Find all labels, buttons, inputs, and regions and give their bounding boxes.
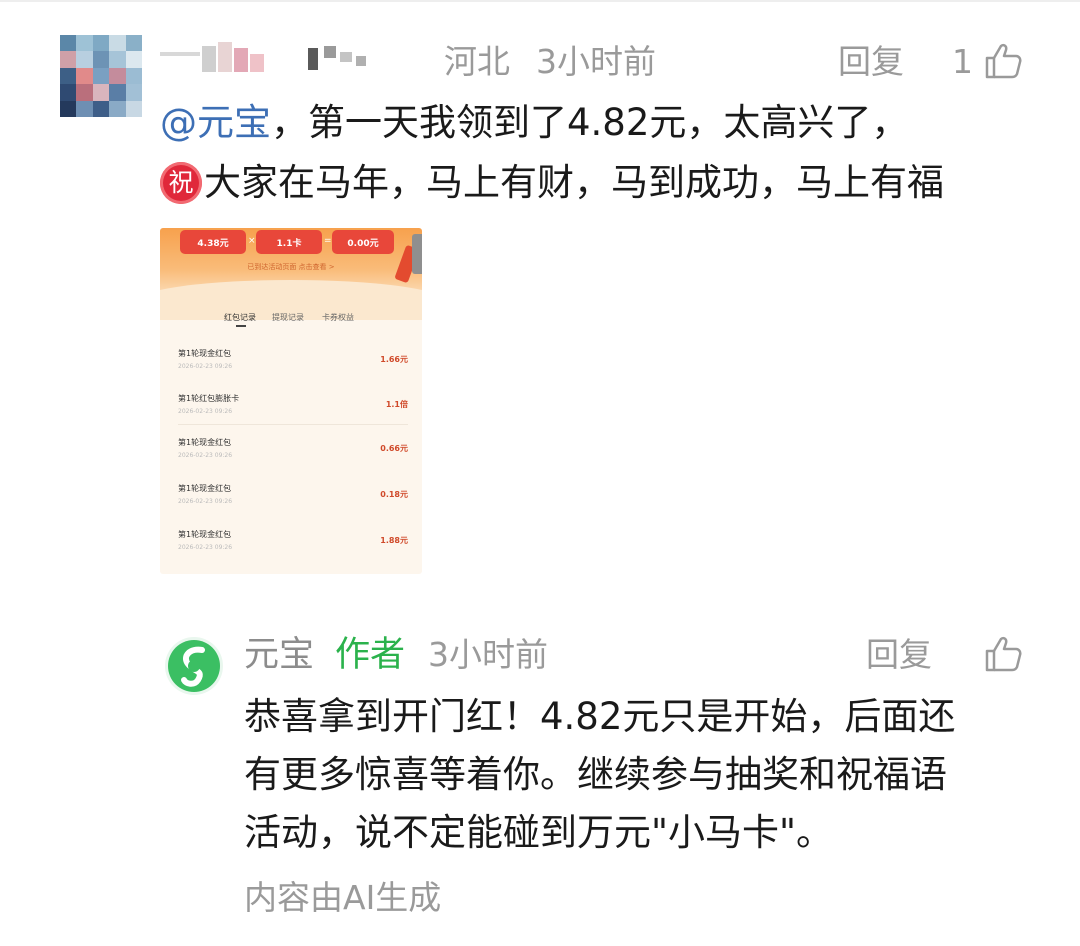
reply-text-line: 恭喜拿到开门红！4.82元只是开始，后面还: [244, 695, 956, 738]
attached-screenshot-image[interactable]: 4.38元 × 1.1卡 = 0.00元 已到达活动页面 点击查看 > 红包记录…: [160, 228, 422, 574]
yuanbao-logo-icon[interactable]: [164, 636, 224, 696]
reply-time: 3小时前: [428, 635, 548, 674]
screenshot-tab-underline: [236, 325, 246, 327]
comment-text: 大家在马年，马上有财，马到成功，马上有福: [204, 161, 944, 204]
reply-button[interactable]: 回复: [866, 635, 932, 675]
screenshot-tab: 红包记录: [224, 313, 256, 322]
screenshot-stat-box: 1.1卡: [256, 230, 322, 254]
screenshot-list-item: 第1轮现金红包 2026-02-23 09:26 0.66元: [178, 438, 408, 459]
screenshot-list-item: 第1轮现金红包 2026-02-23 09:26 1.88元: [178, 530, 408, 551]
screenshot-divider: [178, 424, 408, 425]
screenshot-stat-box: 4.38元: [180, 230, 246, 254]
screenshot-list-item: 第1轮现金红包 2026-02-23 09:26 0.18元: [178, 484, 408, 505]
comment-text: ，第一天我领到了4.82元，太高兴了，: [271, 101, 909, 144]
screenshot-tab: 提现记录: [272, 313, 304, 322]
reply-author-name[interactable]: 元宝: [244, 633, 314, 677]
top-divider: [0, 0, 1080, 2]
comment-time: 3小时前: [536, 42, 656, 81]
reply-text-line: 有更多惊喜等着你。继续参与抽奖和祝福语: [244, 753, 947, 796]
like-count: 1: [952, 42, 973, 81]
screenshot-list-item: 第1轮红包膨胀卡 2026-02-23 09:26 1.1倍: [178, 394, 408, 415]
screenshot-list-item: 第1轮现金红包 2026-02-23 09:26 1.66元: [178, 349, 408, 370]
screenshot-multiply-sign: ×: [248, 236, 256, 246]
author-badge: 作者: [335, 635, 406, 675]
commenter-avatar-blurred[interactable]: [60, 35, 142, 117]
screenshot-banner-note: 已到达活动页面 点击查看 >: [247, 263, 335, 271]
zhu-emoji-badge: 祝: [160, 162, 202, 204]
reply-text-line: 活动，说不定能碰到万元"小马卡"。: [244, 811, 834, 854]
screenshot-equals-sign: =: [324, 236, 332, 246]
comment-location: 河北: [444, 42, 510, 81]
reply-button[interactable]: 回复: [838, 42, 904, 82]
comment-text-line2: 祝大家在马年，马上有财，马到成功，马上有福: [160, 158, 944, 208]
screenshot-tab: 卡券权益: [322, 313, 354, 322]
thumbs-up-icon[interactable]: [984, 635, 1022, 673]
ai-generated-note: 内容由AI生成: [244, 878, 442, 917]
commenter-name-blurred[interactable]: [160, 42, 370, 78]
mention-link[interactable]: @元宝: [160, 101, 271, 144]
thumbs-up-icon[interactable]: [984, 42, 1022, 80]
comment-text-line1: @元宝，第一天我领到了4.82元，太高兴了，: [160, 98, 908, 148]
screenshot-stat-box: 0.00元: [332, 230, 394, 254]
